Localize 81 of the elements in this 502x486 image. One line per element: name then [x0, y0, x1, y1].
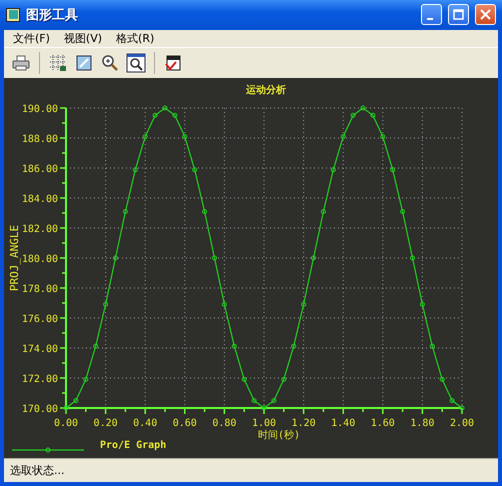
point [330, 168, 336, 173]
x-axis-title: 时间(秒) [258, 430, 300, 442]
x-tick-label: 0.40 [133, 418, 158, 430]
point [103, 302, 108, 308]
legend-line-icon [12, 448, 84, 453]
point [212, 256, 217, 261]
point [420, 302, 425, 308]
y-tick-label: 174.00 [22, 344, 58, 356]
point [311, 256, 316, 261]
point [113, 256, 118, 261]
point [460, 406, 464, 411]
point [400, 209, 406, 214]
y-tick-label: 190.00 [22, 104, 58, 116]
y-tick-label: 182.00 [22, 224, 58, 236]
menu-item[interactable]: 格式(R) [111, 30, 160, 46]
maximize-button[interactable] [448, 4, 469, 26]
y-tick-label: 188.00 [22, 134, 58, 146]
point [390, 168, 396, 173]
point [320, 209, 326, 214]
point [450, 398, 455, 404]
point [262, 406, 266, 411]
x-tick-label: 1.20 [292, 418, 316, 430]
x-tick-label: 2.00 [450, 418, 474, 430]
point [122, 209, 128, 214]
point [192, 168, 198, 173]
point [64, 406, 68, 411]
point [410, 256, 415, 261]
y-tick-label: 180.00 [22, 254, 58, 266]
x-tick-label: 0.00 [54, 418, 78, 430]
point [93, 344, 98, 349]
point [430, 344, 435, 349]
y-tick-label: 186.00 [22, 164, 58, 176]
status-text: 选取状态... [9, 463, 64, 478]
chart-title: 运动分析 [246, 85, 286, 96]
x-tick-label: 1.80 [410, 418, 434, 430]
point [222, 302, 227, 308]
x-tick-label: 1.00 [252, 418, 276, 430]
point [83, 377, 88, 382]
point [350, 113, 356, 118]
point [252, 398, 257, 404]
minimize-icon [426, 18, 432, 20]
point [360, 106, 366, 111]
y-tick-label: 172.00 [22, 374, 58, 386]
menu-item[interactable]: 文件(F) [8, 30, 55, 46]
app-icon [6, 8, 20, 22]
menu-item[interactable]: 视图(V) [58, 30, 108, 46]
point [172, 113, 178, 118]
x-tick-label: 0.80 [212, 418, 236, 430]
x-tick-label: 0.60 [172, 418, 197, 430]
close-icon [480, 9, 491, 20]
point [380, 134, 386, 140]
point [73, 398, 78, 404]
y-tick-label: 176.00 [22, 314, 58, 326]
point [242, 377, 247, 382]
point [440, 377, 445, 382]
point [271, 398, 276, 404]
y-tick-label: 184.00 [22, 194, 58, 206]
window-title: 图形工具 [26, 6, 79, 24]
point [152, 113, 158, 118]
legend-label: Pro/E Graph [100, 440, 166, 452]
x-tick-label: 1.40 [331, 418, 356, 430]
point [291, 344, 296, 349]
point [182, 134, 188, 140]
point [301, 302, 306, 308]
maximize-icon [453, 9, 464, 20]
y-tick-label: 178.00 [22, 284, 58, 296]
zoom-fit-button[interactable] [125, 52, 147, 74]
minimize-button[interactable] [421, 4, 442, 26]
point [340, 134, 346, 140]
point [132, 168, 138, 173]
y-axis-title: PROJ_ANGLE [8, 225, 21, 292]
point [232, 344, 237, 349]
x-tick-label: 1.60 [370, 418, 395, 430]
point [370, 113, 376, 118]
x-tick-label: 0.20 [94, 418, 118, 430]
point [162, 106, 168, 111]
y-tick-label: 170.00 [22, 404, 58, 416]
close-button[interactable] [475, 4, 496, 26]
point [142, 134, 148, 140]
point [281, 377, 286, 382]
point [202, 209, 208, 214]
